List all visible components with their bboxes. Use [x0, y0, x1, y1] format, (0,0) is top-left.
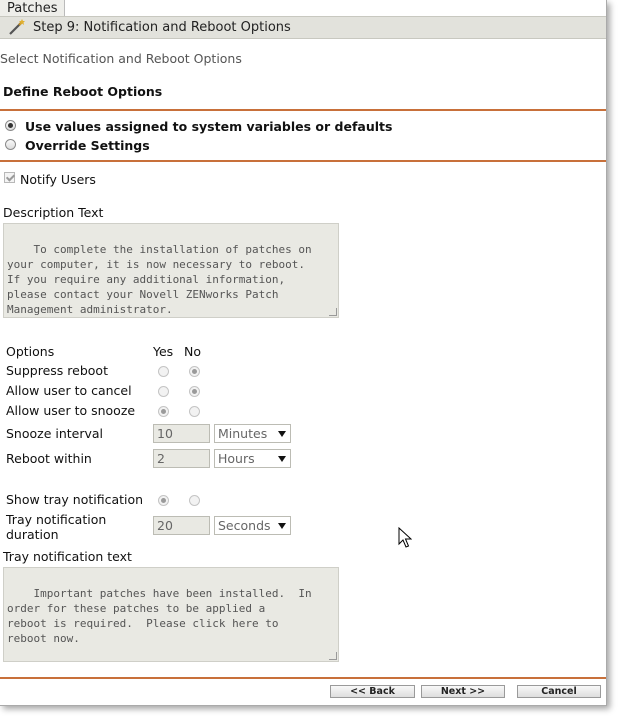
step-header: Step 9: Notification and Reboot Options — [0, 16, 606, 39]
dropdown-arrow-icon — [278, 431, 286, 437]
dropdown-arrow-icon — [278, 456, 286, 462]
divider — [0, 677, 606, 679]
dropdown-arrow-icon — [278, 523, 286, 529]
reboot-unit-value: Hours — [218, 451, 255, 466]
reboot-within-input[interactable]: 2 — [153, 449, 210, 468]
allow-cancel-yes-radio[interactable] — [158, 386, 169, 397]
tray-text-textarea[interactable]: Important patches have been installed. I… — [3, 567, 339, 662]
tray-duration-unit-value: Seconds — [218, 518, 271, 533]
show-tray-yes-radio[interactable] — [158, 495, 169, 506]
resize-handle[interactable] — [329, 308, 337, 316]
allow-snooze-no-radio[interactable] — [189, 406, 200, 417]
next-button[interactable]: Next >> — [421, 685, 505, 698]
description-text: To complete the installation of patches … — [7, 243, 312, 316]
snooze-unit-value: Minutes — [218, 426, 268, 441]
snooze-interval-input[interactable]: 10 — [153, 424, 210, 443]
snooze-interval-label: Snooze interval — [6, 426, 104, 441]
description-label: Description Text — [3, 205, 104, 220]
wand-icon — [9, 19, 25, 35]
options-header: Options — [6, 344, 55, 359]
tray-text: Important patches have been installed. I… — [7, 587, 312, 645]
tray-duration-input[interactable]: 20 — [153, 516, 210, 535]
tray-text-label: Tray notification text — [3, 549, 132, 564]
divider — [0, 160, 606, 162]
allow-cancel-label: Allow user to cancel — [6, 383, 132, 398]
allow-snooze-yes-radio[interactable] — [158, 406, 169, 417]
reboot-within-label: Reboot within — [6, 451, 92, 466]
divider — [0, 109, 606, 111]
no-header: No — [184, 344, 201, 359]
override-settings-radio[interactable] — [5, 139, 16, 150]
tray-duration-unit-select[interactable]: Seconds — [214, 516, 291, 535]
wizard-window: Patches Step 9: Notification and Reboot … — [0, 0, 607, 706]
override-settings-label: Override Settings — [25, 138, 150, 153]
show-tray-label: Show tray notification — [6, 492, 144, 507]
suppress-reboot-label: Suppress reboot — [6, 363, 108, 378]
tray-duration-label-line1: Tray notification — [6, 512, 107, 527]
reboot-unit-select[interactable]: Hours — [214, 449, 291, 468]
suppress-reboot-no-radio[interactable] — [189, 366, 200, 377]
resize-handle[interactable] — [329, 652, 337, 660]
use-defaults-label: Use values assigned to system variables … — [25, 119, 393, 134]
cancel-button[interactable]: Cancel — [517, 685, 601, 698]
notify-users-checkbox[interactable] — [4, 172, 15, 183]
tray-duration-label-line2: duration — [6, 527, 59, 542]
section-title: Define Reboot Options — [3, 84, 163, 99]
snooze-unit-select[interactable]: Minutes — [214, 424, 291, 443]
description-textarea[interactable]: To complete the installation of patches … — [3, 223, 339, 318]
show-tray-no-radio[interactable] — [189, 495, 200, 506]
page-subtitle: Select Notification and Reboot Options — [0, 51, 242, 66]
suppress-reboot-yes-radio[interactable] — [158, 366, 169, 377]
allow-snooze-label: Allow user to snooze — [6, 403, 136, 418]
notify-users-label: Notify Users — [20, 172, 96, 187]
use-defaults-radio[interactable] — [5, 120, 16, 131]
allow-cancel-no-radio[interactable] — [189, 386, 200, 397]
patches-tab[interactable]: Patches — [0, 0, 66, 16]
yes-header: Yes — [153, 344, 174, 359]
mouse-cursor-icon — [398, 527, 412, 548]
step-title: Step 9: Notification and Reboot Options — [33, 20, 291, 35]
back-button[interactable]: << Back — [330, 685, 415, 698]
